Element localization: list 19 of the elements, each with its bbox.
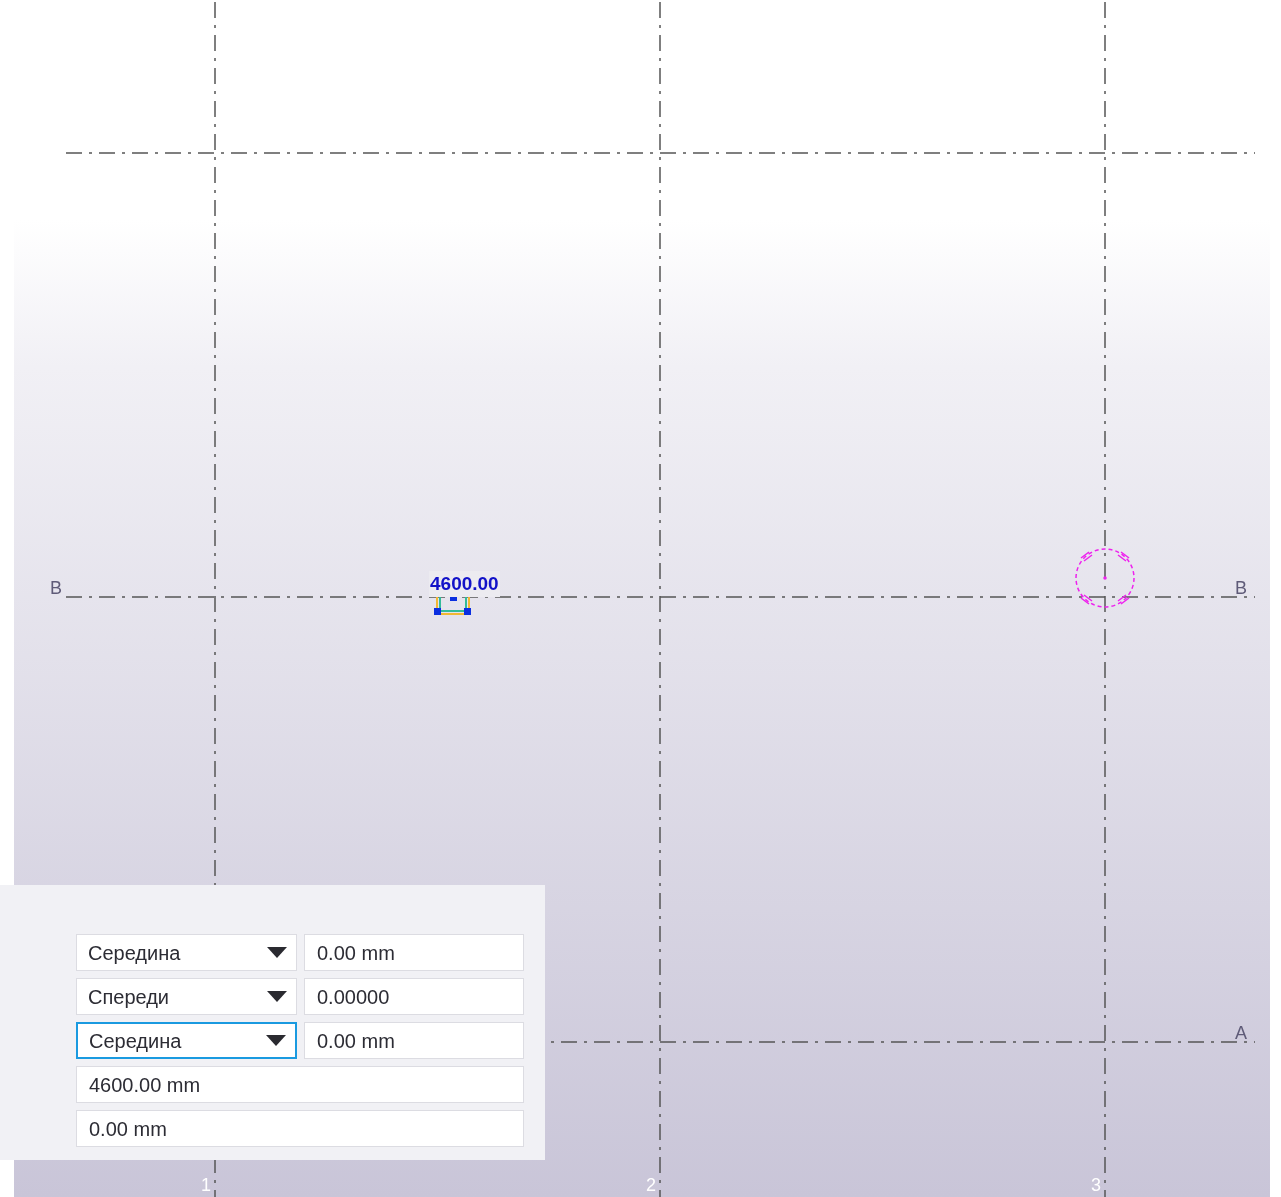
dropdown[interactable]: Спереди (76, 978, 297, 1015)
dropdown[interactable]: Середина (76, 934, 297, 971)
snap-circle-icon (1075, 548, 1135, 608)
input-field[interactable]: 4600.00 mm (76, 1066, 524, 1103)
caret-icon (266, 1035, 286, 1046)
caret-icon (267, 991, 287, 1002)
input-field[interactable]: 0.00000 (304, 978, 524, 1015)
input-field[interactable]: 0.00 mm (304, 934, 524, 971)
input-field[interactable]: 0.00 mm (304, 1022, 524, 1059)
axis-label: 2 (646, 1175, 656, 1195)
caret-icon (267, 947, 287, 958)
axis-label: B (1235, 578, 1247, 598)
dropdown[interactable]: Середина (76, 1022, 297, 1059)
axis-label: A (1235, 1023, 1247, 1043)
input-field[interactable]: 0.00 mm (76, 1110, 524, 1147)
axis-label: B (50, 578, 62, 598)
axis-label: 1 (201, 1175, 211, 1195)
dimension-label: 4600.00 (429, 571, 500, 597)
axis-label: 3 (1091, 1175, 1101, 1195)
